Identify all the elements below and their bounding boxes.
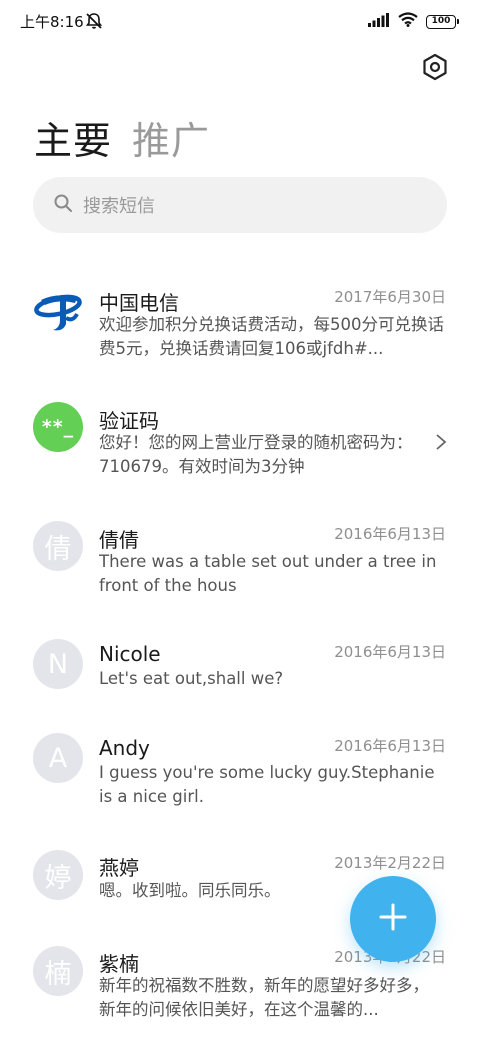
signal-icon bbox=[368, 12, 390, 31]
avatar: 楠 bbox=[33, 946, 83, 996]
conversation-name: Andy bbox=[99, 736, 150, 760]
wifi-icon bbox=[398, 12, 418, 31]
conversation-name: 燕婷 bbox=[99, 856, 139, 880]
china-telecom-logo bbox=[33, 284, 83, 334]
conversation-preview: 欢迎参加积分兑换话费活动，每500分可兑换话费5元，兑换话费请回复106或jfd… bbox=[99, 315, 444, 358]
tab-bar: 主要 推广 bbox=[34, 110, 210, 165]
conversation-name: 紫楠 bbox=[99, 952, 139, 976]
tab-primary[interactable]: 主要 bbox=[34, 110, 112, 165]
avatar: N bbox=[33, 639, 83, 689]
chevron-right-icon bbox=[434, 432, 448, 452]
conversation-item-china-telecom[interactable]: 中国电信 2017年6月30日 欢迎参加积分兑换话费活动，每500分可兑换话费5… bbox=[0, 280, 480, 380]
conversation-preview: I guess you're some lucky guy.Stephanie … bbox=[99, 763, 435, 806]
plus-icon bbox=[378, 902, 408, 936]
conversation-item[interactable]: 倩 倩倩 2016年6月13日 There was a table set ou… bbox=[0, 518, 480, 618]
conversation-preview: 新年的祝福数不胜数，新年的愿望好多好多，新年的问候依旧美好，在这个温馨的... bbox=[99, 976, 429, 1019]
conversation-preview: 您好！您的网上营业厅登录的随机密码为：710679。有效时间为3分钟 bbox=[99, 433, 413, 476]
conversation-item-verification[interactable]: **_ 验证码 您好！您的网上营业厅登录的随机密码为：710679。有效时间为3… bbox=[0, 400, 480, 500]
conversation-date: 2013年2月22日 bbox=[334, 854, 446, 872]
search-input[interactable]: 搜索短信 bbox=[33, 177, 447, 233]
avatar: 倩 bbox=[33, 521, 83, 571]
status-icons: 100 bbox=[368, 12, 459, 31]
conversation-item[interactable]: A Andy 2016年6月13日 I guess you're some lu… bbox=[0, 730, 480, 830]
conversation-date: 2016年6月13日 bbox=[334, 737, 446, 755]
avatar: A bbox=[33, 733, 83, 783]
search-icon bbox=[53, 193, 73, 217]
conversation-date: 2016年6月13日 bbox=[334, 643, 446, 661]
conversation-name: Nicole bbox=[99, 642, 161, 666]
verification-avatar: **_ bbox=[33, 402, 83, 452]
new-message-button[interactable] bbox=[350, 876, 436, 962]
conversation-date: 2016年6月13日 bbox=[334, 525, 446, 543]
conversation-name: 验证码 bbox=[99, 409, 159, 433]
conversation-date: 2017年6月30日 bbox=[334, 288, 446, 306]
settings-button[interactable] bbox=[420, 53, 450, 85]
conversation-name: 倩倩 bbox=[99, 528, 139, 552]
status-time: 上午8:16 bbox=[20, 13, 84, 31]
conversation-preview: Let's eat out,shall we? bbox=[99, 669, 284, 688]
dnd-muted-icon bbox=[84, 11, 104, 31]
conversation-name: 中国电信 bbox=[99, 291, 179, 315]
status-bar: 上午8:16 100 bbox=[0, 0, 480, 44]
hexagon-settings-icon bbox=[422, 53, 448, 85]
conversation-item[interactable]: N Nicole 2016年6月13日 Let's eat out,shall … bbox=[0, 636, 480, 736]
tab-promotions[interactable]: 推广 bbox=[132, 110, 210, 165]
search-placeholder: 搜索短信 bbox=[83, 196, 155, 217]
conversation-preview: There was a table set out under a tree i… bbox=[99, 552, 437, 595]
battery-icon: 100 bbox=[426, 14, 459, 29]
avatar: 婷 bbox=[33, 850, 83, 900]
